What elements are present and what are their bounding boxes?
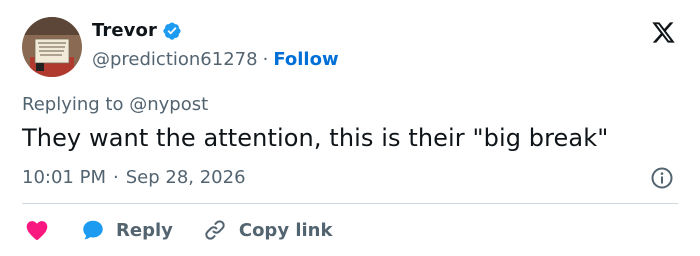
- follow-button[interactable]: Follow: [273, 49, 338, 70]
- reply-label: Reply: [116, 219, 173, 241]
- reply-button[interactable]: Reply: [80, 217, 173, 243]
- replying-prefix: Replying to: [22, 94, 124, 115]
- user-name[interactable]: Trevor: [92, 20, 157, 41]
- x-logo-icon[interactable]: [650, 20, 677, 45]
- like-button[interactable]: [22, 217, 50, 243]
- tweet-text: They want the attention, this is their "…: [22, 124, 609, 152]
- divider: [22, 203, 678, 204]
- info-icon[interactable]: [650, 166, 674, 190]
- handle-separator: ·: [262, 49, 269, 70]
- tweet-time: 10:01 PM: [22, 167, 106, 188]
- tweet-timestamp[interactable]: 10:01 PM · Sep 28, 2026: [22, 167, 246, 188]
- avatar[interactable]: [22, 17, 82, 77]
- reply-mention-link[interactable]: @nypost: [129, 94, 208, 115]
- action-bar: Reply Copy link: [22, 216, 332, 244]
- copy-link-button[interactable]: Copy link: [203, 218, 333, 242]
- tweet-date: Sep 28, 2026: [125, 167, 246, 188]
- heart-icon: [26, 221, 48, 241]
- link-icon: [205, 220, 225, 240]
- user-name-row: Trevor: [92, 20, 182, 41]
- avatar-image: [22, 17, 82, 77]
- user-handle[interactable]: @prediction61278: [92, 49, 258, 70]
- timestamp-separator: ·: [112, 167, 119, 188]
- reply-bubble-icon: [83, 220, 103, 240]
- copy-link-label: Copy link: [238, 219, 333, 241]
- handle-row: @prediction61278 · Follow: [92, 49, 339, 70]
- replying-to: Replying to @nypost: [22, 94, 208, 115]
- verified-badge-icon: [162, 21, 182, 41]
